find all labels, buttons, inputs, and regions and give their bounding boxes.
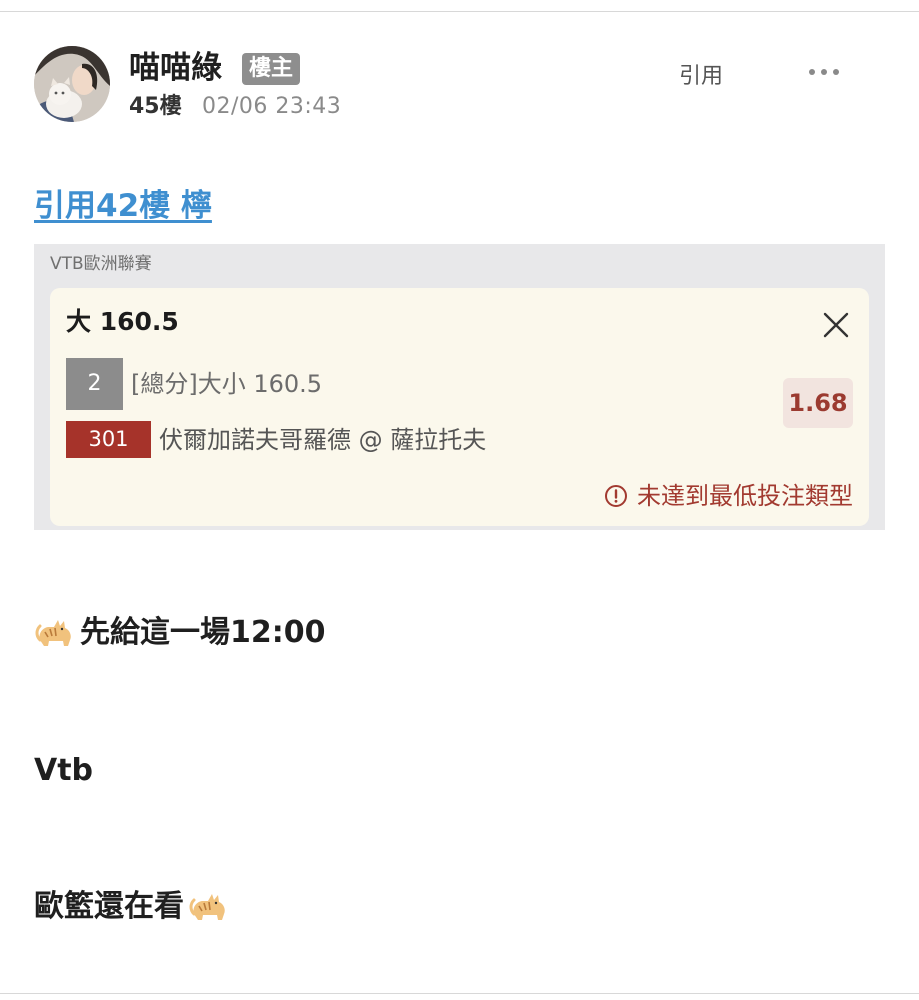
match-code-badge: 301 xyxy=(66,421,151,458)
market-code-badge: 2 xyxy=(66,358,123,410)
post-text-1: 先給這一場12:00 xyxy=(80,615,326,650)
top-divider xyxy=(0,11,919,12)
alert-circle-icon xyxy=(605,485,627,507)
bet-warning: 未達到最低投注類型 xyxy=(604,480,853,512)
post-text-3: 歐籃還在看 xyxy=(34,889,184,924)
avatar-image xyxy=(34,46,110,122)
avatar[interactable] xyxy=(34,46,110,122)
league-name: VTB歐洲聯賽 xyxy=(50,254,152,274)
market-label: [總分]大小 160.5 xyxy=(131,370,323,398)
close-icon[interactable] xyxy=(821,310,851,340)
floor-number: 45樓 xyxy=(129,94,182,119)
post-text-line-1: 先給這一場12:00 xyxy=(34,612,326,654)
bet-slip: 大 160.5 2 [總分]大小 160.5 301 伏爾加諾夫哥羅德 @ 薩拉… xyxy=(50,288,869,526)
post-text-line-3: 歐籃還在看 xyxy=(34,886,230,928)
thread-owner-badge: 樓主 xyxy=(242,53,301,85)
post-text-line-2: Vtb xyxy=(34,750,93,792)
more-horizontal-icon[interactable] xyxy=(806,62,842,82)
cat-emoji-icon xyxy=(35,620,71,646)
quoted-post-link[interactable]: 引用42樓 檸 xyxy=(34,186,212,226)
author-name[interactable]: 喵喵綠 xyxy=(129,48,222,88)
bet-card: VTB歐洲聯賽 大 160.5 2 [總分]大小 160.5 301 伏爾加諾夫… xyxy=(34,244,885,530)
warning-text: 未達到最低投注類型 xyxy=(637,482,853,510)
match-label: 伏爾加諾夫哥羅德 @ 薩拉托夫 xyxy=(159,426,487,454)
post-text-2: Vtb xyxy=(34,753,94,788)
post-timestamp: 02/06 23:43 xyxy=(202,94,342,119)
cat-emoji-icon xyxy=(189,894,225,920)
bet-title: 大 160.5 xyxy=(66,307,179,336)
bottom-divider xyxy=(0,993,919,994)
quote-button[interactable]: 引用 xyxy=(679,62,723,92)
odds-badge: 1.68 xyxy=(783,378,853,428)
